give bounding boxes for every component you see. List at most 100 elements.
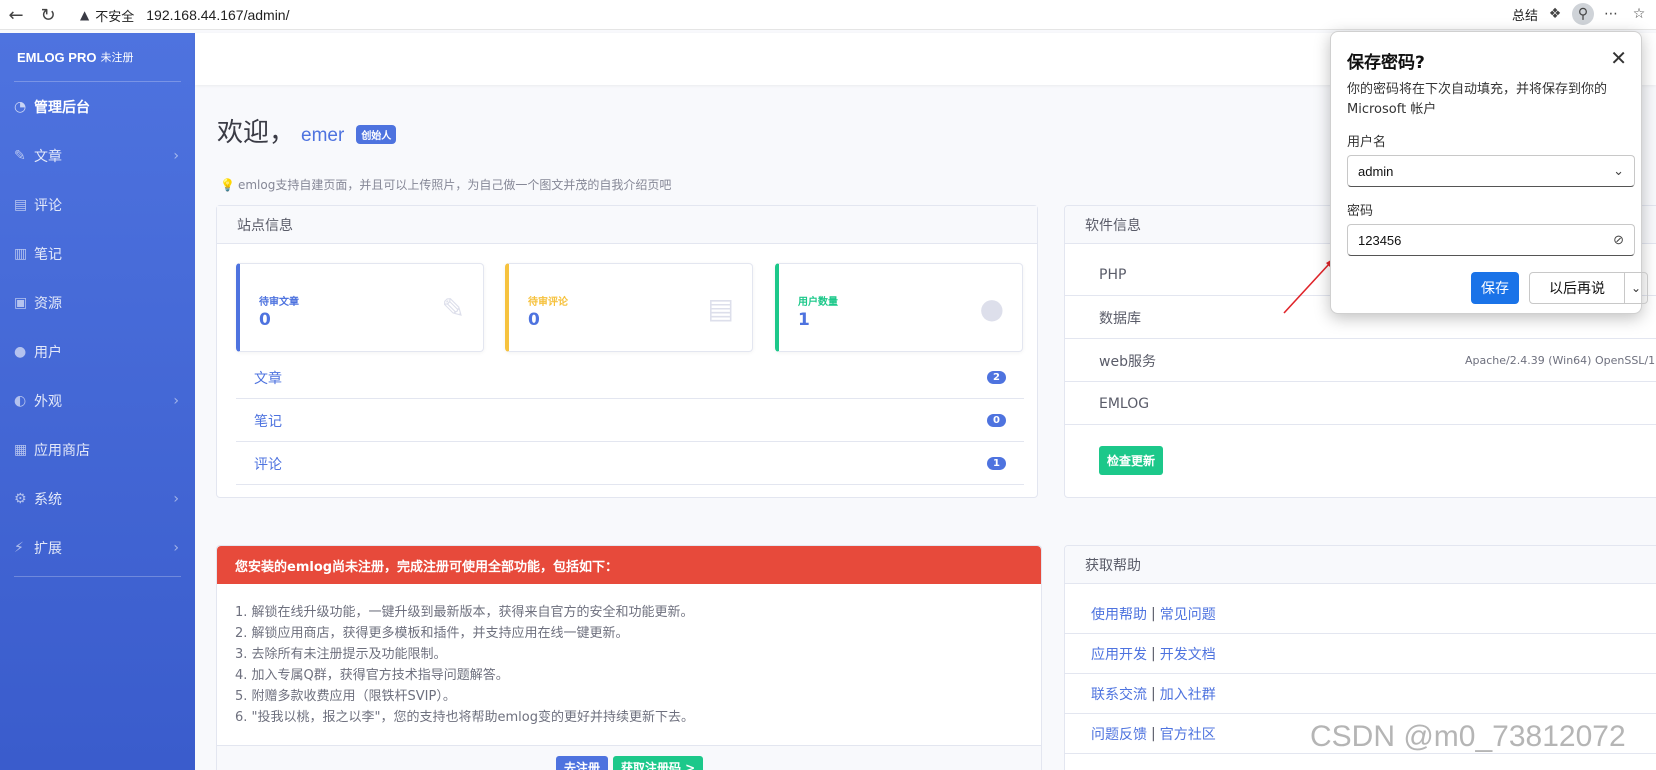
- help-separator: |: [1151, 645, 1156, 662]
- sidebar-item-label: 文章: [34, 148, 62, 165]
- close-icon[interactable]: ✕: [1610, 46, 1627, 70]
- software-row: web服务 Apache/2.4.39 (Win64) OpenSSL/1.1.1…: [1065, 340, 1656, 382]
- lightbulb-icon: 💡: [220, 178, 235, 192]
- sidebar-item-4[interactable]: ▣ 资源: [0, 278, 195, 327]
- sidebar-item-label: 资源: [34, 295, 62, 312]
- list-item-link[interactable]: 评论: [254, 454, 282, 474]
- tip-text: 💡 emlog支持自建页面，并且可以上传照片，为自己做一个图文并茂的自我介绍页吧: [220, 176, 671, 193]
- sidebar-item-8[interactable]: ⚙ 系统 ›: [0, 474, 195, 523]
- chevron-right-icon: ›: [173, 490, 179, 507]
- sidebar-item-label: 应用商店: [34, 442, 90, 459]
- register-button[interactable]: 去注册: [556, 756, 609, 770]
- stat-label: 用户数量: [798, 297, 838, 308]
- password-label: 密码: [1347, 204, 1374, 219]
- sidebar-divider: [14, 576, 181, 577]
- comment-icon: ▤: [14, 196, 28, 213]
- list-item[interactable]: 评论 1: [236, 443, 1024, 485]
- chevron-right-icon: ›: [173, 147, 179, 164]
- summary-label[interactable]: 总结: [1512, 5, 1538, 24]
- benefit-item: 3. 去除所有未注册提示及功能限制。: [235, 647, 447, 662]
- sidebar-item-label: 管理后台: [34, 99, 90, 116]
- stat-value: 1: [798, 310, 810, 330]
- check-update-button[interactable]: 检查更新: [1099, 446, 1164, 475]
- sidebar-item-5[interactable]: ● 用户: [0, 327, 195, 376]
- help-row: 联系交流 | 加入社群: [1065, 674, 1656, 714]
- sidebar-item-label: 外观: [34, 393, 62, 410]
- register-title: 您安装的emlog尚未注册，完成注册可使用全部功能，包括如下：: [217, 546, 1041, 584]
- username-field[interactable]: admin ⌄: [1347, 155, 1635, 187]
- help-link[interactable]: 联系交流: [1091, 684, 1147, 704]
- password-field[interactable]: 123456 ⊘: [1347, 224, 1635, 256]
- sidebar-item-7[interactable]: ▦ 应用商店: [0, 425, 195, 474]
- back-arrow-icon[interactable]: ←: [2, 1, 30, 29]
- software-label: EMLOG: [1099, 395, 1150, 412]
- save-button[interactable]: 保存: [1471, 272, 1519, 304]
- sidebar-item-0[interactable]: ◔ 管理后台: [0, 82, 195, 131]
- help-link[interactable]: 常见问题: [1160, 604, 1216, 624]
- site-info-title: 站点信息: [217, 206, 1037, 244]
- chevron-right-icon: ›: [173, 539, 179, 556]
- tip-message[interactable]: emlog支持自建页面，并且可以上传照片，为自己做一个图文并茂的自我介绍页吧: [238, 178, 671, 192]
- more-icon[interactable]: ⋯: [1600, 3, 1622, 25]
- sidebar-item-3[interactable]: ▥ 笔记: [0, 229, 195, 278]
- username-link[interactable]: emer: [301, 125, 344, 147]
- help-link[interactable]: 应用开发: [1091, 644, 1147, 664]
- note-icon: ▥: [14, 245, 28, 262]
- software-row: EMLOG: [1065, 383, 1656, 425]
- sidebar-item-label: 评论: [34, 197, 62, 214]
- reload-icon[interactable]: ↻: [34, 1, 62, 29]
- browser-actions: 总结 ❖ ⚲ ⋯ ☆: [1512, 3, 1650, 25]
- sidebar-item-6[interactable]: ◐ 外观 ›: [0, 376, 195, 425]
- benefit-item: 4. 加入专属Q群，获得官方技术指导问题解答。: [235, 668, 509, 683]
- help-link[interactable]: 使用帮助: [1091, 604, 1147, 624]
- help-separator: |: [1151, 725, 1156, 742]
- register-footer: 去注册 获取注册码 >: [217, 745, 1041, 770]
- sidebar-item-9[interactable]: ⚡ 扩展 ›: [0, 523, 195, 572]
- stat-card: 用户数量 1 ●: [775, 263, 1023, 352]
- sidebar-item-label: 笔记: [34, 246, 62, 263]
- username-label: 用户名: [1347, 135, 1387, 150]
- help-link[interactable]: 加入社群: [1160, 684, 1216, 704]
- address-bar[interactable]: ▲ 不安全 192.168.44.167/admin/: [72, 2, 1612, 28]
- copilot-icon[interactable]: ❖: [1544, 3, 1566, 25]
- later-button[interactable]: 以后再说: [1529, 272, 1625, 304]
- help-title: 获取帮助: [1065, 546, 1656, 584]
- chevron-down-icon[interactable]: ⌄: [1624, 272, 1648, 304]
- stat-value: 0: [528, 310, 540, 330]
- chevron-down-icon[interactable]: ⌄: [1613, 163, 1624, 179]
- list-item[interactable]: 笔记 0: [236, 400, 1024, 442]
- stat-card: 待审文章 0 ✎: [236, 263, 484, 352]
- watermark: CSDN @m0_73812072: [1310, 720, 1626, 753]
- help-link[interactable]: 官方社区: [1160, 724, 1216, 744]
- sidebar-item-2[interactable]: ▤ 评论: [0, 180, 195, 229]
- password-value: 123456: [1358, 232, 1402, 248]
- count-badge: 1: [987, 457, 1006, 470]
- help-link[interactable]: 问题反馈: [1091, 724, 1147, 744]
- cart-icon: ▦: [14, 441, 28, 458]
- save-password-dialog: 保存密码? ✕ 你的密码将在下次自动填充，并将保存到你的 Microsoft 帐…: [1330, 31, 1648, 314]
- dialog-title: 保存密码?: [1347, 53, 1425, 73]
- star-icon[interactable]: ☆: [1628, 3, 1650, 25]
- help-separator: |: [1151, 605, 1156, 622]
- help-link[interactable]: 开发文档: [1160, 644, 1216, 664]
- brand[interactable]: EMLOG PRO 未注册: [0, 33, 195, 81]
- insecure-label: 不安全: [95, 9, 135, 25]
- stat-card: 待审评论 0 ▤: [505, 263, 753, 352]
- help-row: 应用开发 | 开发文档: [1065, 634, 1656, 674]
- benefit-item: 6. "投我以桃，报之以李"，您的支持也将帮助emlog变的更好并持续更新下去。: [235, 710, 694, 725]
- list-item[interactable]: 文章 2: [236, 357, 1024, 399]
- warning-icon: ▲: [80, 8, 90, 22]
- software-label: PHP: [1099, 266, 1127, 283]
- help-row: 使用帮助 | 常见问题: [1065, 594, 1656, 634]
- brand-unregistered: 未注册: [100, 52, 134, 64]
- key-icon[interactable]: ⚲: [1572, 3, 1594, 25]
- url-text[interactable]: 192.168.44.167/admin/: [146, 7, 289, 23]
- stat-value: 0: [259, 310, 271, 330]
- get-code-button[interactable]: 获取注册码 >: [613, 756, 704, 770]
- role-badge: 创始人: [356, 125, 397, 144]
- list-item-link[interactable]: 笔记: [254, 411, 282, 431]
- eye-hidden-icon[interactable]: ⊘: [1613, 232, 1624, 248]
- register-benefits: 1. 解锁在线升级功能，一键升级到最新版本，获得来自官方的安全和功能更新。 2. …: [217, 584, 1041, 728]
- list-item-link[interactable]: 文章: [254, 368, 282, 388]
- sidebar-item-1[interactable]: ✎ 文章 ›: [0, 131, 195, 180]
